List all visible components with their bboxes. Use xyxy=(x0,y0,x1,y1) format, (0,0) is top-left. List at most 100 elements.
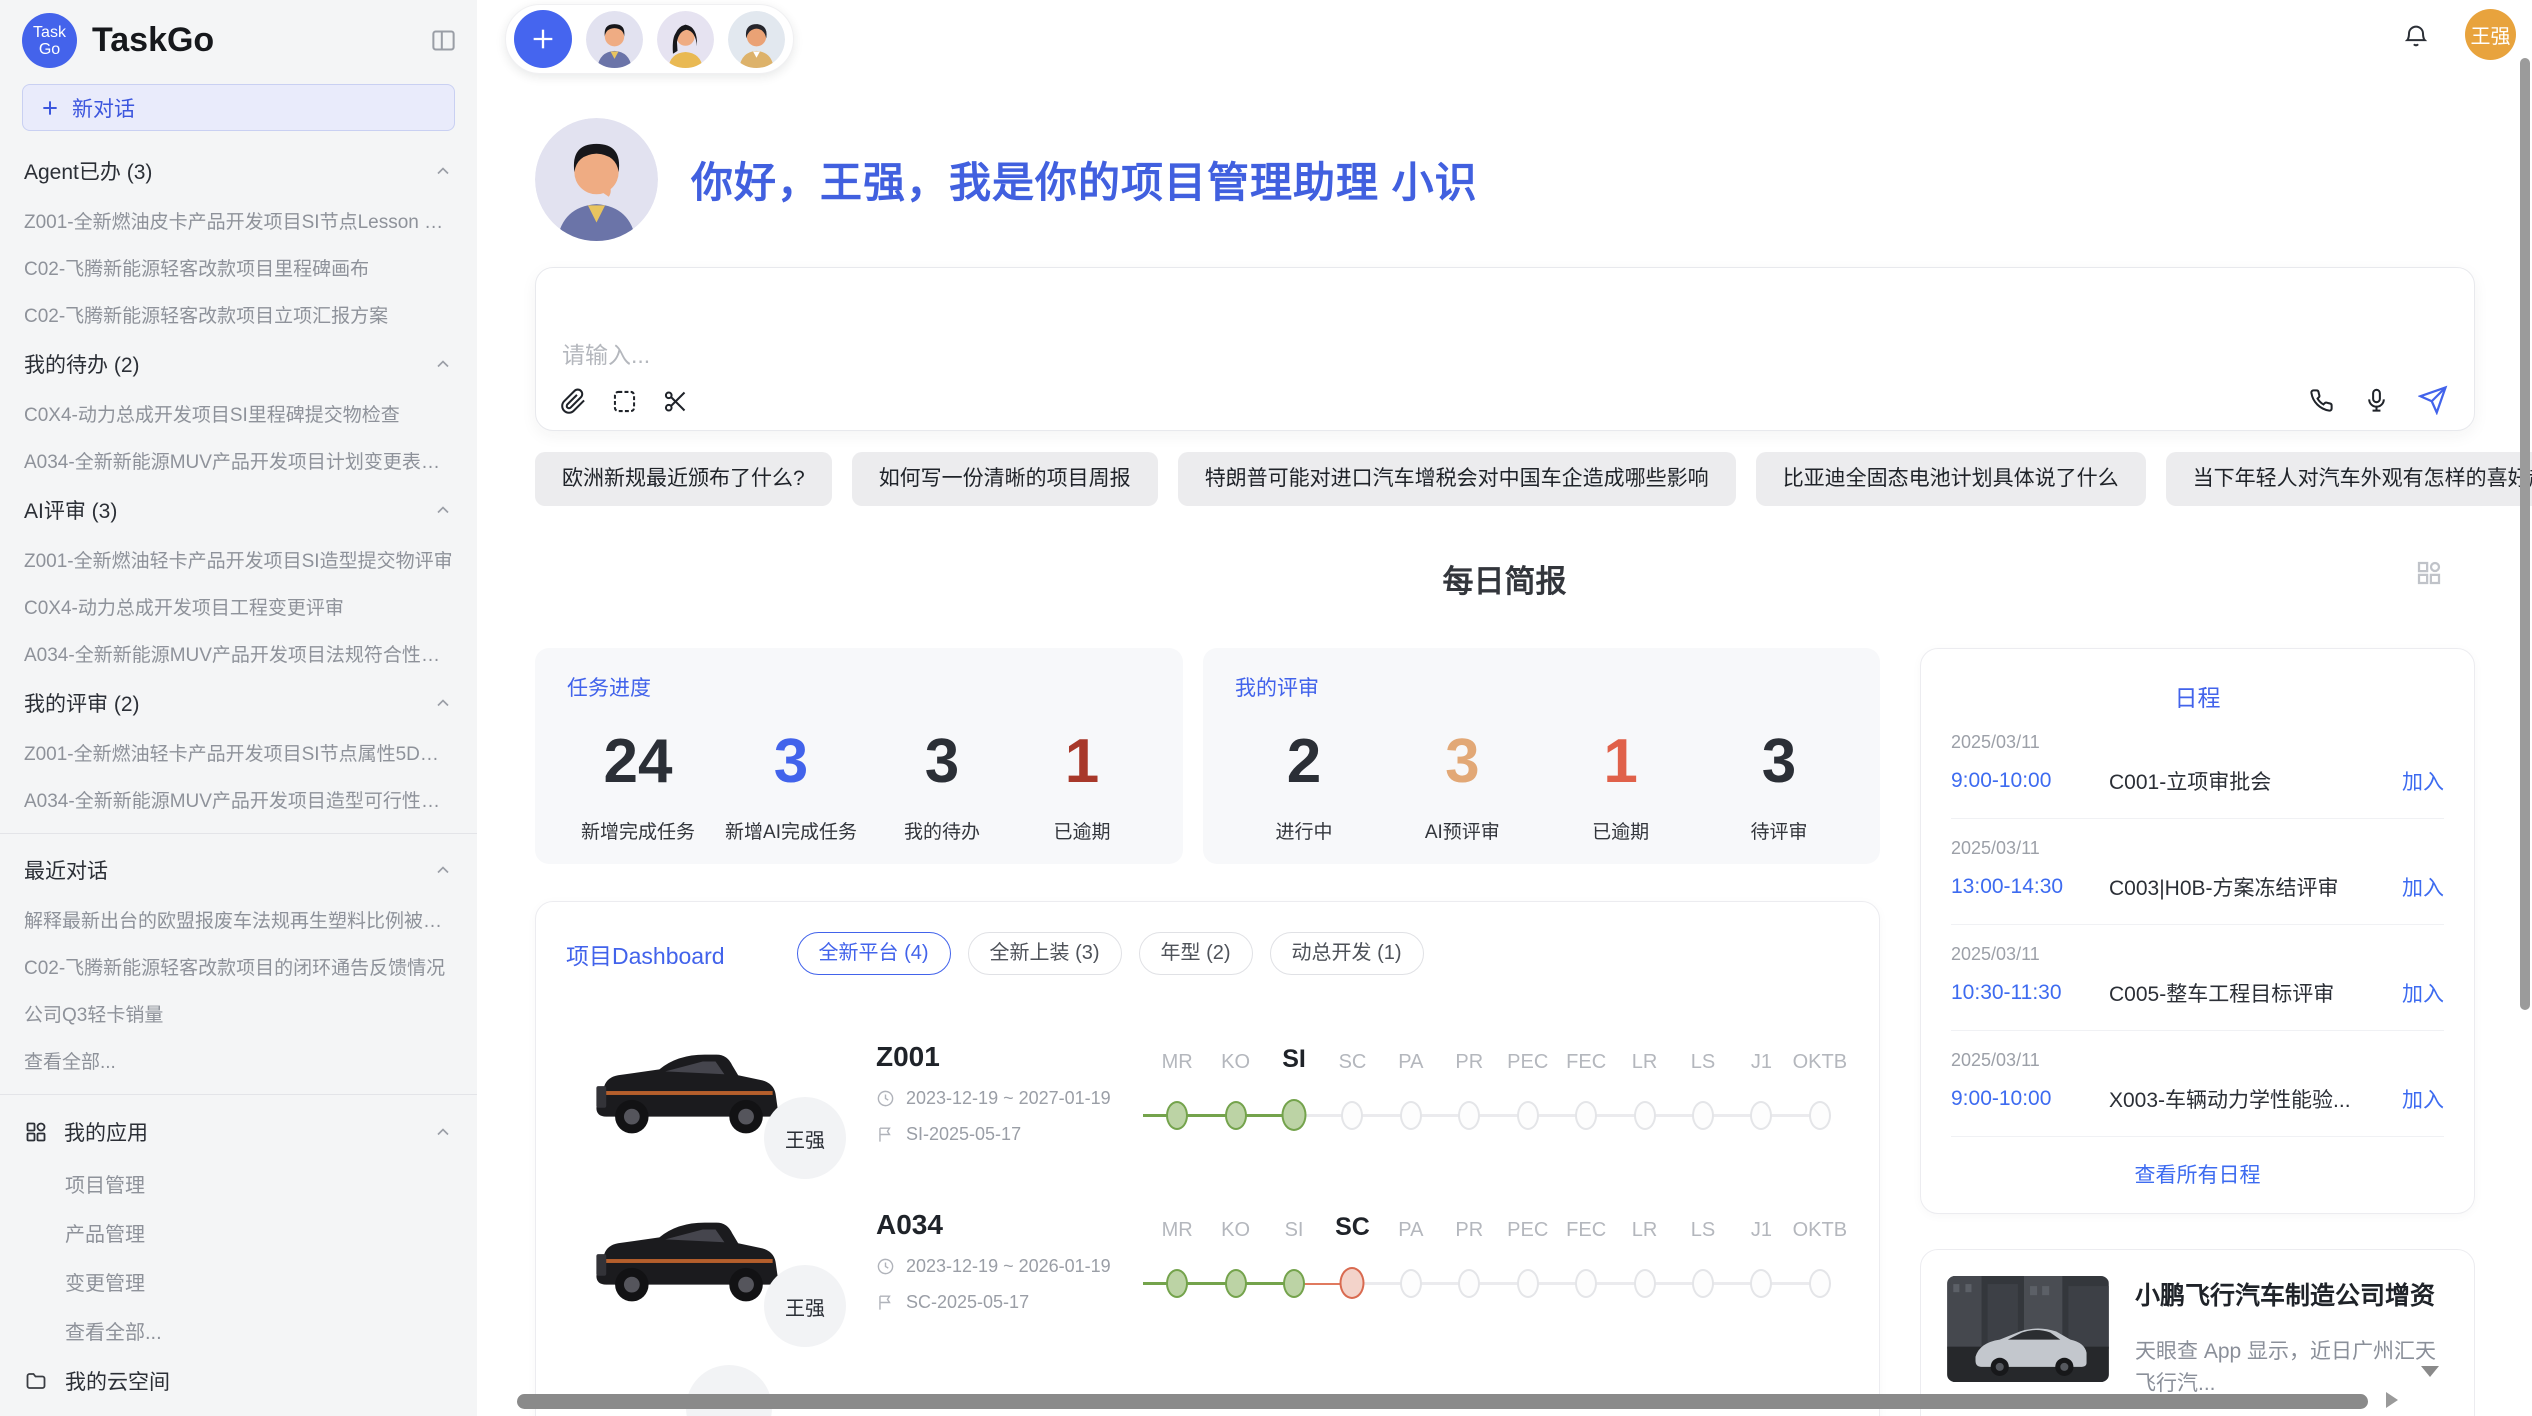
my-review-card: 我的评审 2 进行中 3 AI预评审 1 已逾期 xyxy=(1203,648,1880,864)
recent-chats-header[interactable]: 最近对话 xyxy=(0,844,477,896)
sidebar-task-item[interactable]: C0X4-动力总成开发项目工程变更评审 xyxy=(0,583,477,630)
sidebar-task-item[interactable]: C02-飞腾新能源轻客改款项目立项汇报方案 xyxy=(0,291,477,338)
sidebar-task-item[interactable]: C02-飞腾新能源轻客改款项目里程碑画布 xyxy=(0,244,477,291)
phone-icon[interactable] xyxy=(2308,387,2335,414)
join-meeting-link[interactable]: 加入 xyxy=(2402,1084,2444,1114)
recent-view-all[interactable]: 查看全部... xyxy=(0,1037,477,1084)
project-dates: 2023-12-19 ~ 2026-01-19 xyxy=(876,1256,1128,1277)
collapse-sidebar-icon[interactable] xyxy=(430,27,457,54)
horizontal-scrollbar[interactable] xyxy=(517,1394,2368,1409)
main-area: 王强 你好，王强，我是你的项目管理助理 小识 请输入... xyxy=(477,0,2532,1416)
sidebar-task-item[interactable]: A034-全新新能源MUV产品开发项目造型可行性评审 xyxy=(0,776,477,823)
project-row[interactable]: 王强 Z001 2023-12-19 ~ 2027-01-19 SI-2025-… xyxy=(566,1029,1849,1157)
scroll-right-arrow-icon[interactable] xyxy=(2386,1392,2398,1408)
app-item-project-mgmt[interactable]: 项目管理 xyxy=(0,1159,477,1208)
milestone-dot xyxy=(1750,1101,1772,1130)
sidebar-task-item[interactable]: C02-飞腾新能源轻客改款项目的闭环通告反馈情况 xyxy=(0,943,477,990)
milestone-node: J1 xyxy=(1732,1203,1790,1319)
schedule-item: 2025/03/11 10:30-11:30 C005-整车工程目标评审 加入 xyxy=(1951,925,2444,1031)
sidebar-task-item[interactable]: A034-全新新能源MUV产品开发项目法规符合性评审 xyxy=(0,630,477,677)
schedule-item: 2025/03/11 13:00-14:30 C003|H0B-方案冻结评审 加… xyxy=(1951,819,2444,925)
sidebar-task-item[interactable]: C0X4-动力总成开发项目SI里程碑提交物检查 xyxy=(0,390,477,437)
milestone-dot xyxy=(1575,1269,1597,1298)
paperclip-icon[interactable] xyxy=(560,388,587,415)
sidebar-task-item[interactable]: 解释最新出台的欧盟报废车法规再生塑料比例被调至15%... xyxy=(0,896,477,943)
greeting-block: 你好，王强，我是你的项目管理助理 小识 xyxy=(535,118,2532,241)
agent-avatar-1[interactable] xyxy=(586,11,643,68)
scroll-down-arrow-icon[interactable] xyxy=(2421,1366,2439,1377)
tab-model-year[interactable]: 年型 (2) xyxy=(1139,932,1253,975)
project-image: 王强 xyxy=(566,1197,804,1325)
scissors-icon[interactable] xyxy=(662,388,689,415)
chevron-up-icon xyxy=(433,161,453,181)
sidebar-section-header[interactable]: Agent已办 (3) xyxy=(0,145,477,197)
schedule-time: 13:00-14:30 xyxy=(1951,875,2109,899)
chevron-up-icon xyxy=(433,1122,453,1142)
notification-bell-icon[interactable] xyxy=(2402,22,2430,50)
app-item-change-mgmt[interactable]: 变更管理 xyxy=(0,1257,477,1306)
new-chat-button[interactable]: 新对话 xyxy=(22,84,455,131)
user-avatar[interactable]: 王强 xyxy=(2465,9,2516,60)
milestone-node: SC xyxy=(1323,1035,1381,1151)
milestone-label: SI xyxy=(1285,1219,1304,1242)
view-all-schedule-link[interactable]: 查看所有日程 xyxy=(1951,1159,2444,1189)
suggestion-chip[interactable]: 比亚迪全固态电池计划具体说了什么 xyxy=(1756,452,2146,506)
sidebar-section-header[interactable]: 我的评审 (2) xyxy=(0,677,477,729)
milestone-node: LS xyxy=(1674,1035,1732,1151)
milestone-timeline: MR KO SI SC PA PR PEC FEC LR LS xyxy=(1148,1035,1849,1151)
project-row[interactable]: 王强 A034 2023-12-19 ~ 2026-01-19 SC-2025-… xyxy=(566,1197,1849,1325)
schedule-name: C001-立项审批会 xyxy=(2109,766,2390,796)
tab-new-body[interactable]: 全新上装 (3) xyxy=(968,932,1122,975)
layout-grid-icon[interactable] xyxy=(2414,558,2444,588)
tab-new-platform[interactable]: 全新平台 (4) xyxy=(797,932,951,975)
join-meeting-link[interactable]: 加入 xyxy=(2402,978,2444,1008)
app-title: TaskGo xyxy=(92,21,430,60)
chat-input[interactable]: 请输入... xyxy=(562,336,650,370)
daily-briefing-title: 每日简报 xyxy=(1443,564,1567,599)
sidebar-task-item[interactable]: A034-全新新能源MUV产品开发项目计划变更表编写 xyxy=(0,437,477,484)
my-apps-header[interactable]: 我的应用 xyxy=(0,1105,477,1159)
my-apps-label: 我的应用 xyxy=(64,1117,417,1147)
sidebar-item-favorites[interactable]: 我的收藏 xyxy=(0,1407,477,1416)
milestone-dot xyxy=(1634,1269,1656,1298)
schedule-card: 日程 2025/03/11 9:00-10:00 C001-立项审批会 加入 2… xyxy=(1920,648,2475,1214)
sidebar-task-item[interactable]: Z001-全新燃油皮卡产品开发项目SI节点Lesson Learn报告 xyxy=(0,197,477,244)
divider xyxy=(0,833,477,834)
clock-icon xyxy=(876,1257,895,1276)
suggestion-chips: 欧洲新规最近颁布了什么? 如何写一份清晰的项目周报特朗普可能对进口汽车增税会对中国… xyxy=(535,452,2475,506)
agent-avatar-3[interactable] xyxy=(728,11,785,68)
milestone-node: PEC xyxy=(1499,1203,1557,1319)
milestone-node: KO xyxy=(1206,1035,1264,1151)
join-meeting-link[interactable]: 加入 xyxy=(2402,872,2444,902)
vertical-scrollbar[interactable] xyxy=(2520,58,2530,1010)
news-card[interactable]: 小鹏飞行汽车制造公司增资 天眼查 App 显示，近日广州汇天飞行汽... xyxy=(1920,1249,2475,1416)
suggestion-chip[interactable]: 特朗普可能对进口汽车增税会对中国车企造成哪些影响 xyxy=(1178,452,1736,506)
milestone-label: MR xyxy=(1162,1219,1193,1242)
insert-image-icon[interactable] xyxy=(611,388,638,415)
app-item-view-all[interactable]: 查看全部... xyxy=(0,1306,477,1355)
microphone-icon[interactable] xyxy=(2363,387,2390,414)
sidebar-task-item[interactable]: Z001-全新燃油轻卡产品开发项目SI节点属性5D文件评审 xyxy=(0,729,477,776)
suggestion-chip[interactable]: 欧洲新规最近颁布了什么? xyxy=(535,452,832,506)
sidebar-section-header[interactable]: AI评审 (3) xyxy=(0,484,477,536)
send-icon[interactable] xyxy=(2418,385,2448,415)
sidebar-item-cloud-space[interactable]: 我的云空间 xyxy=(0,1355,477,1407)
project-code: Z001 xyxy=(876,1041,1128,1073)
schedule-time: 10:30-11:30 xyxy=(1951,981,2109,1005)
suggestion-chip[interactable]: 当下年轻人对汽车外观有怎样的喜好趋势 xyxy=(2166,452,2532,506)
sidebar-section-header[interactable]: 我的待办 (2) xyxy=(0,338,477,390)
sidebar-task-item[interactable]: Z001-全新燃油轻卡产品开发项目SI造型提交物评审 xyxy=(0,536,477,583)
milestone-dot xyxy=(1166,1101,1188,1130)
suggestion-chip[interactable]: 如何写一份清晰的项目周报 xyxy=(852,452,1158,506)
milestone-node: LS xyxy=(1674,1203,1732,1319)
add-agent-button[interactable] xyxy=(514,10,572,68)
chevron-up-icon xyxy=(433,693,453,713)
sidebar-task-item[interactable]: 公司Q3轻卡销量 xyxy=(0,990,477,1037)
sidebar-section-label: 我的待办 (2) xyxy=(24,349,433,379)
milestone-label: OKTB xyxy=(1793,1051,1847,1074)
agent-avatar-2[interactable] xyxy=(657,11,714,68)
app-item-product-mgmt[interactable]: 产品管理 xyxy=(0,1208,477,1257)
milestone-node: PR xyxy=(1440,1203,1498,1319)
tab-powertrain[interactable]: 动总开发 (1) xyxy=(1270,932,1424,975)
join-meeting-link[interactable]: 加入 xyxy=(2402,766,2444,796)
